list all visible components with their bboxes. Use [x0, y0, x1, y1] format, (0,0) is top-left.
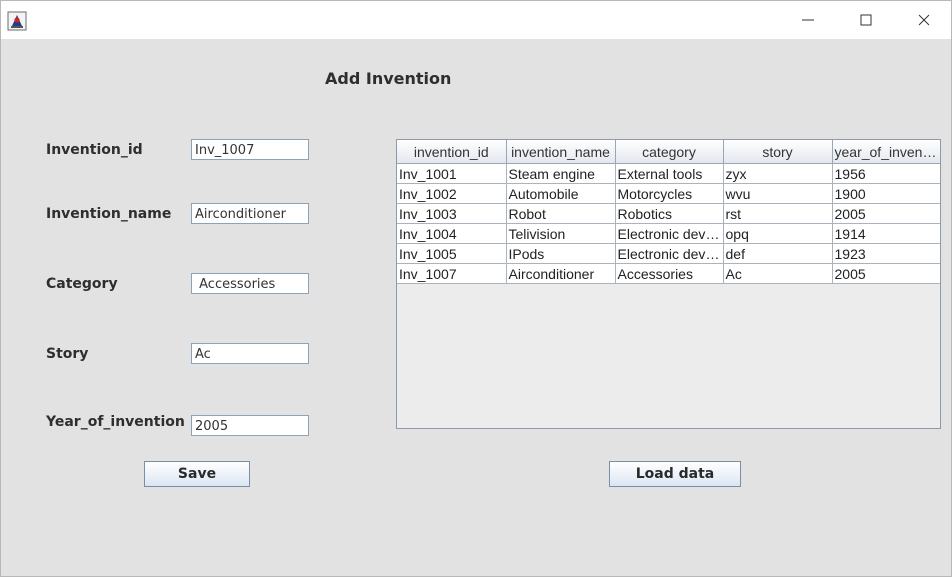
table-header-row: invention_id invention_name category sto…: [397, 140, 940, 164]
close-button[interactable]: [912, 9, 936, 31]
table-cell[interactable]: Electronic devices: [615, 243, 724, 264]
table-cell[interactable]: Inv_1004: [397, 223, 507, 244]
column-header-category[interactable]: category: [615, 140, 724, 164]
table-row[interactable]: Inv_1005 IPods Electronic devices def 19…: [397, 243, 940, 264]
year-of-invention-label: Year_of_invention: [46, 414, 185, 430]
table-cell[interactable]: Robotics: [615, 203, 724, 224]
table-cell[interactable]: Inv_1001: [397, 163, 507, 184]
table-cell[interactable]: External tools: [615, 163, 724, 184]
column-header-story[interactable]: story: [723, 140, 833, 164]
table-cell[interactable]: Inv_1002: [397, 183, 507, 204]
table-cell[interactable]: Steam engine: [506, 163, 616, 184]
table-cell[interactable]: 2005: [832, 203, 940, 224]
table-cell[interactable]: zyx: [723, 163, 833, 184]
table-cell[interactable]: 1900: [832, 183, 940, 204]
title-bar[interactable]: [1, 1, 951, 39]
category-input[interactable]: [191, 273, 309, 294]
table-cell[interactable]: Inv_1007: [397, 263, 507, 284]
minimize-button[interactable]: [796, 9, 820, 31]
story-label: Story: [46, 346, 89, 362]
invention-name-label: Invention_name: [46, 206, 172, 222]
table-cell[interactable]: Robot: [506, 203, 616, 224]
table-cell[interactable]: def: [723, 243, 833, 264]
column-header-invention-id[interactable]: invention_id: [397, 140, 507, 164]
invention-id-label: Invention_id: [46, 142, 143, 158]
table-cell[interactable]: IPods: [506, 243, 616, 264]
table-row[interactable]: Inv_1007 Airconditioner Accessories Ac 2…: [397, 263, 940, 284]
table-cell[interactable]: Motorcycles: [615, 183, 724, 204]
save-button[interactable]: Save: [144, 461, 250, 487]
close-icon: [918, 14, 930, 26]
table-cell[interactable]: Electronic devices: [615, 223, 724, 244]
column-header-year-of-invention[interactable]: year_of_invention: [832, 140, 940, 164]
load-data-button[interactable]: Load data: [609, 461, 741, 487]
table-cell[interactable]: 1956: [832, 163, 940, 184]
table-cell[interactable]: rst: [723, 203, 833, 224]
table-row[interactable]: Inv_1003 Robot Robotics rst 2005: [397, 203, 940, 224]
app-window: Add Invention Invention_id Invention_nam…: [0, 0, 952, 577]
table-cell[interactable]: Telivision: [506, 223, 616, 244]
table-row[interactable]: Inv_1004 Telivision Electronic devices o…: [397, 223, 940, 244]
table-cell[interactable]: 1923: [832, 243, 940, 264]
table-cell[interactable]: wvu: [723, 183, 833, 204]
table-cell[interactable]: Inv_1005: [397, 243, 507, 264]
table-row[interactable]: Inv_1001 Steam engine External tools zyx…: [397, 163, 940, 184]
inventions-table[interactable]: invention_id invention_name category sto…: [396, 139, 941, 429]
table-cell[interactable]: opq: [723, 223, 833, 244]
table-row[interactable]: Inv_1002 Automobile Motorcycles wvu 1900: [397, 183, 940, 204]
maximize-button[interactable]: [854, 9, 878, 31]
category-label: Category: [46, 276, 118, 292]
story-input[interactable]: [191, 343, 309, 364]
year-of-invention-input[interactable]: [191, 415, 309, 436]
page-title: Add Invention: [325, 69, 452, 88]
table-cell[interactable]: 1914: [832, 223, 940, 244]
invention-id-input[interactable]: [191, 139, 309, 160]
java-duke-icon: [7, 11, 27, 31]
invention-name-input[interactable]: [191, 203, 309, 224]
table-cell[interactable]: Ac: [723, 263, 833, 284]
table-cell[interactable]: 2005: [832, 263, 940, 284]
table-cell[interactable]: Automobile: [506, 183, 616, 204]
table-cell[interactable]: Airconditioner: [506, 263, 616, 284]
column-header-invention-name[interactable]: invention_name: [506, 140, 616, 164]
table-cell[interactable]: Inv_1003: [397, 203, 507, 224]
table-cell[interactable]: Accessories: [615, 263, 724, 284]
maximize-icon: [860, 14, 872, 26]
minimize-icon: [802, 19, 814, 21]
